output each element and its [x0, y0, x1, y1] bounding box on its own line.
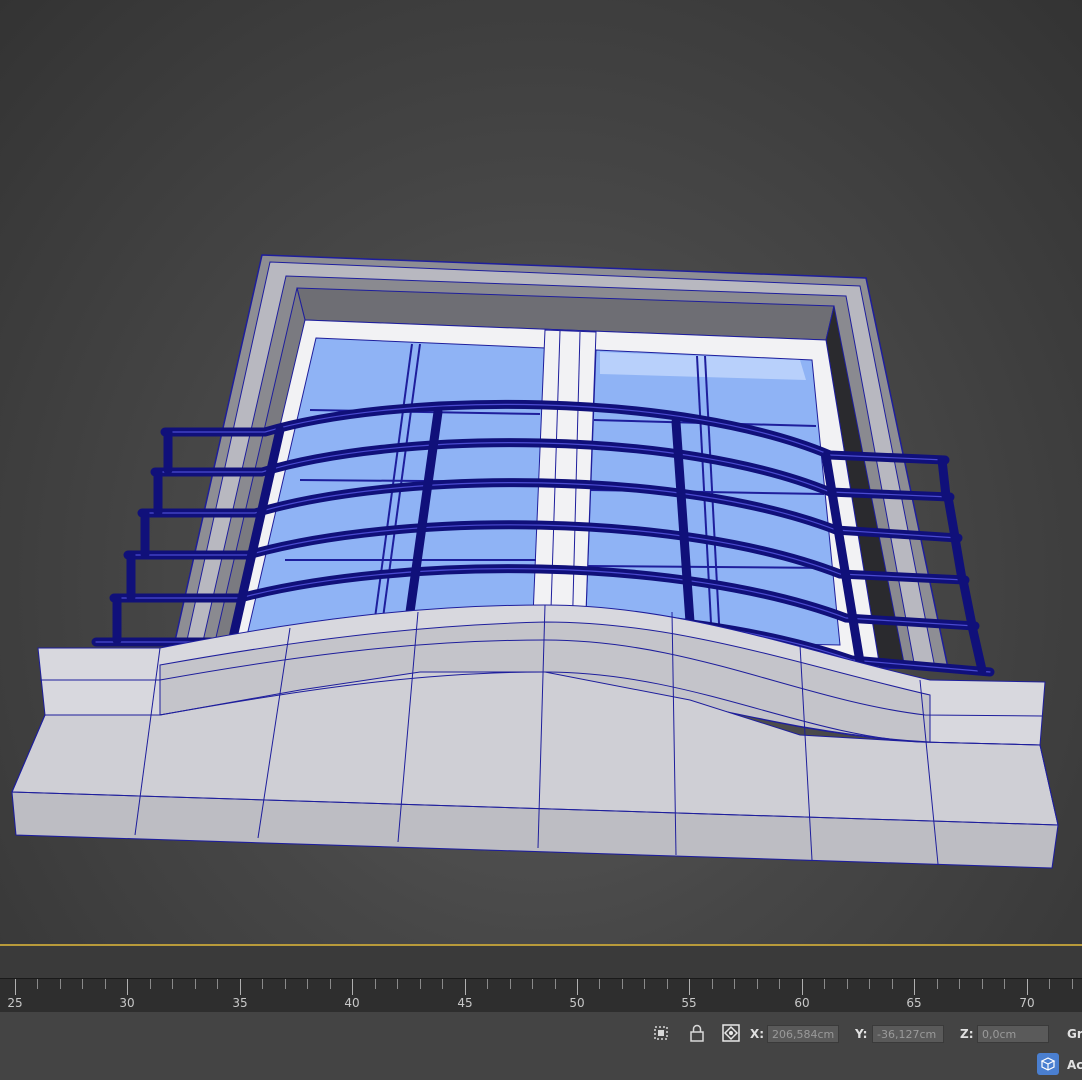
timeline-minor-tick	[150, 979, 151, 989]
timeline-minor-tick	[60, 979, 61, 989]
timeline-minor-tick	[532, 979, 533, 989]
timeline-major-tick	[689, 979, 690, 995]
grid-label: Gr	[1067, 1027, 1082, 1041]
timeline-minor-tick	[375, 979, 376, 989]
timeline-tick-label: 25	[7, 996, 23, 1010]
status-bar: X: 206,584cm Y: -36,127cm Z: 0,0cm Gr Ac	[0, 1012, 1082, 1080]
absolute-mode-icon[interactable]	[720, 1022, 742, 1044]
x-coord-field[interactable]: 206,584cm	[767, 1025, 839, 1043]
timeline-minor-tick	[510, 979, 511, 989]
timeline-minor-tick	[734, 979, 735, 989]
timeline-minor-tick	[869, 979, 870, 989]
timeline-minor-tick	[442, 979, 443, 989]
timeline-minor-tick	[37, 979, 38, 989]
timeline-minor-tick	[847, 979, 848, 989]
timeline-ruler[interactable]: 25 30 35 40 45 50 55 60 65 70	[0, 978, 1082, 1014]
lock-icon[interactable]	[686, 1022, 708, 1044]
timeline-minor-tick	[779, 979, 780, 989]
timeline-tick-label: 45	[457, 996, 473, 1010]
selection-region-icon[interactable]	[650, 1022, 672, 1044]
z-coord-label: Z:	[960, 1027, 974, 1041]
timeline-tick-label: 60	[794, 996, 810, 1010]
timeline-minor-tick	[330, 979, 331, 989]
timeline-minor-tick	[712, 979, 713, 989]
timeline-minor-tick	[217, 979, 218, 989]
timeline-major-tick	[15, 979, 16, 995]
timeline-major-tick	[240, 979, 241, 995]
timeline-minor-tick	[285, 979, 286, 989]
cube-key-icon[interactable]	[1037, 1053, 1059, 1075]
timeline-minor-tick	[644, 979, 645, 989]
timeline-minor-tick	[959, 979, 960, 989]
timeline-tick-label: 70	[1019, 996, 1035, 1010]
timeline-tick-label: 30	[119, 996, 135, 1010]
timeline-minor-tick	[1049, 979, 1050, 989]
y-coord-field[interactable]: -36,127cm	[872, 1025, 944, 1043]
timeline-minor-tick	[824, 979, 825, 989]
timeline-minor-tick	[555, 979, 556, 989]
timeline-minor-tick	[757, 979, 758, 989]
timeline-tick-label: 40	[344, 996, 360, 1010]
timeline-major-tick	[127, 979, 128, 995]
timeline-major-tick	[352, 979, 353, 995]
timeline-tick-label: 55	[681, 996, 697, 1010]
timeline-minor-tick	[195, 979, 196, 989]
timeline-minor-tick	[667, 979, 668, 989]
timeline-minor-tick	[105, 979, 106, 989]
timeline-major-tick	[465, 979, 466, 995]
timeline-minor-tick	[262, 979, 263, 989]
timeline-minor-tick	[397, 979, 398, 989]
timeline-major-tick	[577, 979, 578, 995]
timeline-tick-label: 35	[232, 996, 248, 1010]
z-coord-field[interactable]: 0,0cm	[977, 1025, 1049, 1043]
addtime-label: Ac	[1067, 1058, 1082, 1072]
timeline-minor-tick	[622, 979, 623, 989]
timeline-minor-tick	[307, 979, 308, 989]
y-coord-label: Y:	[855, 1027, 868, 1041]
x-coord-label: X:	[750, 1027, 765, 1041]
timeline-minor-tick	[420, 979, 421, 989]
timeline-major-tick	[802, 979, 803, 995]
timeline-minor-tick	[172, 979, 173, 989]
timeline-minor-tick	[1072, 979, 1073, 989]
timeline-major-tick	[914, 979, 915, 995]
timeline-minor-tick	[599, 979, 600, 989]
timeline-minor-tick	[1004, 979, 1005, 989]
balcony-model-render	[11, 254, 1059, 869]
timeline-minor-tick	[892, 979, 893, 989]
timeline-minor-tick	[982, 979, 983, 989]
timeline-tick-label: 50	[569, 996, 585, 1010]
3d-viewport[interactable]	[0, 0, 1082, 945]
timeline-minor-tick	[487, 979, 488, 989]
timeline-minor-tick	[82, 979, 83, 989]
timeline-major-tick	[1027, 979, 1028, 995]
timeline-tick-label: 65	[906, 996, 922, 1010]
viewport-bottom-strip	[0, 946, 1082, 978]
timeline-minor-tick	[937, 979, 938, 989]
